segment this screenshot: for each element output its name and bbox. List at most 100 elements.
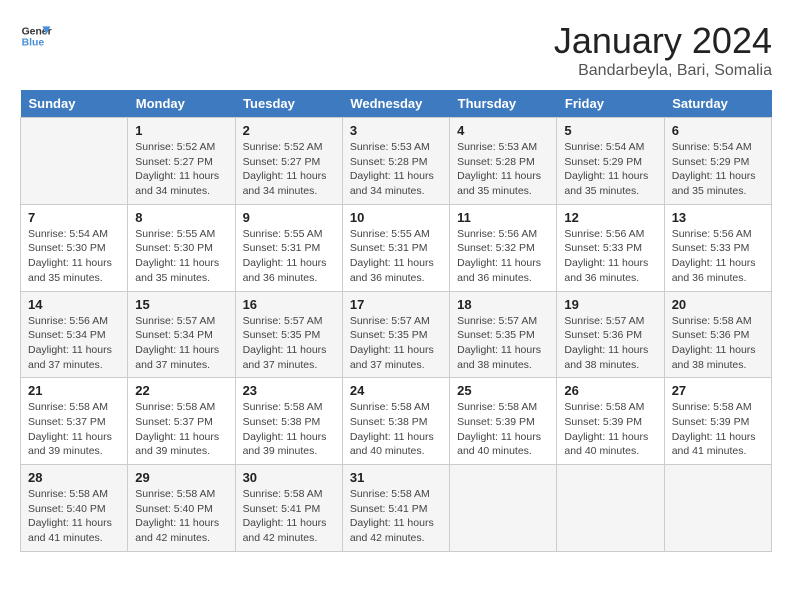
day-info: Sunrise: 5:54 AMSunset: 5:30 PMDaylight:… [28,227,120,286]
day-info: Sunrise: 5:58 AMSunset: 5:38 PMDaylight:… [350,400,442,459]
week-row-1: 1 Sunrise: 5:52 AMSunset: 5:27 PMDaylight… [21,118,772,205]
day-header-sunday: Sunday [21,90,128,118]
day-info: Sunrise: 5:57 AMSunset: 5:36 PMDaylight:… [564,314,656,373]
day-info: Sunrise: 5:56 AMSunset: 5:33 PMDaylight:… [672,227,764,286]
day-header-friday: Friday [557,90,664,118]
month-title: January 2024 [554,20,772,62]
table-row: 15 Sunrise: 5:57 AMSunset: 5:34 PMDayligh… [128,291,235,378]
day-number: 13 [672,210,764,225]
table-row: 11 Sunrise: 5:56 AMSunset: 5:32 PMDayligh… [450,204,557,291]
week-row-5: 28Sunrise: 5:58 AMSunset: 5:40 PMDayligh… [21,465,772,552]
day-number: 8 [135,210,227,225]
table-row: 18Sunrise: 5:57 AMSunset: 5:35 PMDayligh… [450,291,557,378]
day-number: 7 [28,210,120,225]
day-info: Sunrise: 5:56 AMSunset: 5:33 PMDaylight:… [564,227,656,286]
table-row: 20 Sunrise: 5:58 AMSunset: 5:36 PMDayligh… [664,291,771,378]
day-number: 2 [243,123,335,138]
day-info: Sunrise: 5:58 AMSunset: 5:39 PMDaylight:… [672,400,764,459]
day-info: Sunrise: 5:58 AMSunset: 5:37 PMDaylight:… [28,400,120,459]
day-info: Sunrise: 5:57 AMSunset: 5:35 PMDaylight:… [243,314,335,373]
day-info: Sunrise: 5:58 AMSunset: 5:41 PMDaylight:… [350,487,442,546]
day-info: Sunrise: 5:58 AMSunset: 5:36 PMDaylight:… [672,314,764,373]
table-row [664,465,771,552]
day-number: 15 [135,297,227,312]
day-number: 12 [564,210,656,225]
table-row: 27 Sunrise: 5:58 AMSunset: 5:39 PMDayligh… [664,378,771,465]
day-info: Sunrise: 5:56 AMSunset: 5:32 PMDaylight:… [457,227,549,286]
table-row: 29Sunrise: 5:58 AMSunset: 5:40 PMDayligh… [128,465,235,552]
table-row: 17Sunrise: 5:57 AMSunset: 5:35 PMDayligh… [342,291,449,378]
logo: General Blue [20,20,52,52]
table-row: 16 Sunrise: 5:57 AMSunset: 5:35 PMDayligh… [235,291,342,378]
day-info: Sunrise: 5:55 AMSunset: 5:31 PMDaylight:… [243,227,335,286]
day-info: Sunrise: 5:58 AMSunset: 5:40 PMDaylight:… [28,487,120,546]
day-number: 1 [135,123,227,138]
day-number: 21 [28,383,120,398]
day-number: 6 [672,123,764,138]
table-row [21,118,128,205]
day-number: 10 [350,210,442,225]
calendar-header-row: SundayMondayTuesdayWednesdayThursdayFrid… [21,90,772,118]
table-row: 22Sunrise: 5:58 AMSunset: 5:37 PMDayligh… [128,378,235,465]
day-number: 16 [243,297,335,312]
table-row: 4 Sunrise: 5:53 AMSunset: 5:28 PMDaylight… [450,118,557,205]
title-section: January 2024 Bandarbeyla, Bari, Somalia [554,20,772,80]
svg-text:Blue: Blue [22,38,45,49]
table-row: 10 Sunrise: 5:55 AMSunset: 5:31 PMDayligh… [342,204,449,291]
day-number: 25 [457,383,549,398]
day-info: Sunrise: 5:54 AMSunset: 5:29 PMDaylight:… [672,140,764,199]
day-header-thursday: Thursday [450,90,557,118]
week-row-3: 14 Sunrise: 5:56 AMSunset: 5:34 PMDayligh… [21,291,772,378]
table-row: 1 Sunrise: 5:52 AMSunset: 5:27 PMDaylight… [128,118,235,205]
table-row [557,465,664,552]
table-row: 28Sunrise: 5:58 AMSunset: 5:40 PMDayligh… [21,465,128,552]
day-info: Sunrise: 5:53 AMSunset: 5:28 PMDaylight:… [350,140,442,199]
day-number: 11 [457,210,549,225]
table-row: 19 Sunrise: 5:57 AMSunset: 5:36 PMDayligh… [557,291,664,378]
day-info: Sunrise: 5:52 AMSunset: 5:27 PMDaylight:… [135,140,227,199]
day-number: 3 [350,123,442,138]
day-info: Sunrise: 5:58 AMSunset: 5:39 PMDaylight:… [457,400,549,459]
day-info: Sunrise: 5:54 AMSunset: 5:29 PMDaylight:… [564,140,656,199]
table-row: 6 Sunrise: 5:54 AMSunset: 5:29 PMDaylight… [664,118,771,205]
day-number: 30 [243,470,335,485]
table-row: 3 Sunrise: 5:53 AMSunset: 5:28 PMDaylight… [342,118,449,205]
table-row: 24 Sunrise: 5:58 AMSunset: 5:38 PMDayligh… [342,378,449,465]
table-row: 8Sunrise: 5:55 AMSunset: 5:30 PMDaylight… [128,204,235,291]
table-row: 5Sunrise: 5:54 AMSunset: 5:29 PMDaylight… [557,118,664,205]
page-header: General Blue January 2024 Bandarbeyla, B… [20,20,772,80]
day-number: 27 [672,383,764,398]
day-number: 19 [564,297,656,312]
calendar-body: 1 Sunrise: 5:52 AMSunset: 5:27 PMDaylight… [21,118,772,552]
day-number: 20 [672,297,764,312]
table-row: 25 Sunrise: 5:58 AMSunset: 5:39 PMDayligh… [450,378,557,465]
day-info: Sunrise: 5:58 AMSunset: 5:39 PMDaylight:… [564,400,656,459]
day-info: Sunrise: 5:58 AMSunset: 5:41 PMDaylight:… [243,487,335,546]
day-info: Sunrise: 5:57 AMSunset: 5:34 PMDaylight:… [135,314,227,373]
day-number: 14 [28,297,120,312]
location: Bandarbeyla, Bari, Somalia [554,62,772,80]
table-row: 9Sunrise: 5:55 AMSunset: 5:31 PMDaylight… [235,204,342,291]
table-row: 13 Sunrise: 5:56 AMSunset: 5:33 PMDayligh… [664,204,771,291]
day-number: 22 [135,383,227,398]
day-header-saturday: Saturday [664,90,771,118]
table-row: 30 Sunrise: 5:58 AMSunset: 5:41 PMDayligh… [235,465,342,552]
day-number: 26 [564,383,656,398]
day-number: 4 [457,123,549,138]
day-info: Sunrise: 5:55 AMSunset: 5:31 PMDaylight:… [350,227,442,286]
day-number: 23 [243,383,335,398]
day-number: 18 [457,297,549,312]
table-row: 26 Sunrise: 5:58 AMSunset: 5:39 PMDayligh… [557,378,664,465]
day-info: Sunrise: 5:56 AMSunset: 5:34 PMDaylight:… [28,314,120,373]
day-header-monday: Monday [128,90,235,118]
day-info: Sunrise: 5:53 AMSunset: 5:28 PMDaylight:… [457,140,549,199]
week-row-4: 21 Sunrise: 5:58 AMSunset: 5:37 PMDayligh… [21,378,772,465]
table-row: 2 Sunrise: 5:52 AMSunset: 5:27 PMDaylight… [235,118,342,205]
table-row: 21 Sunrise: 5:58 AMSunset: 5:37 PMDayligh… [21,378,128,465]
day-number: 24 [350,383,442,398]
day-info: Sunrise: 5:58 AMSunset: 5:40 PMDaylight:… [135,487,227,546]
table-row: 7 Sunrise: 5:54 AMSunset: 5:30 PMDaylight… [21,204,128,291]
day-header-tuesday: Tuesday [235,90,342,118]
day-header-wednesday: Wednesday [342,90,449,118]
day-info: Sunrise: 5:52 AMSunset: 5:27 PMDaylight:… [243,140,335,199]
